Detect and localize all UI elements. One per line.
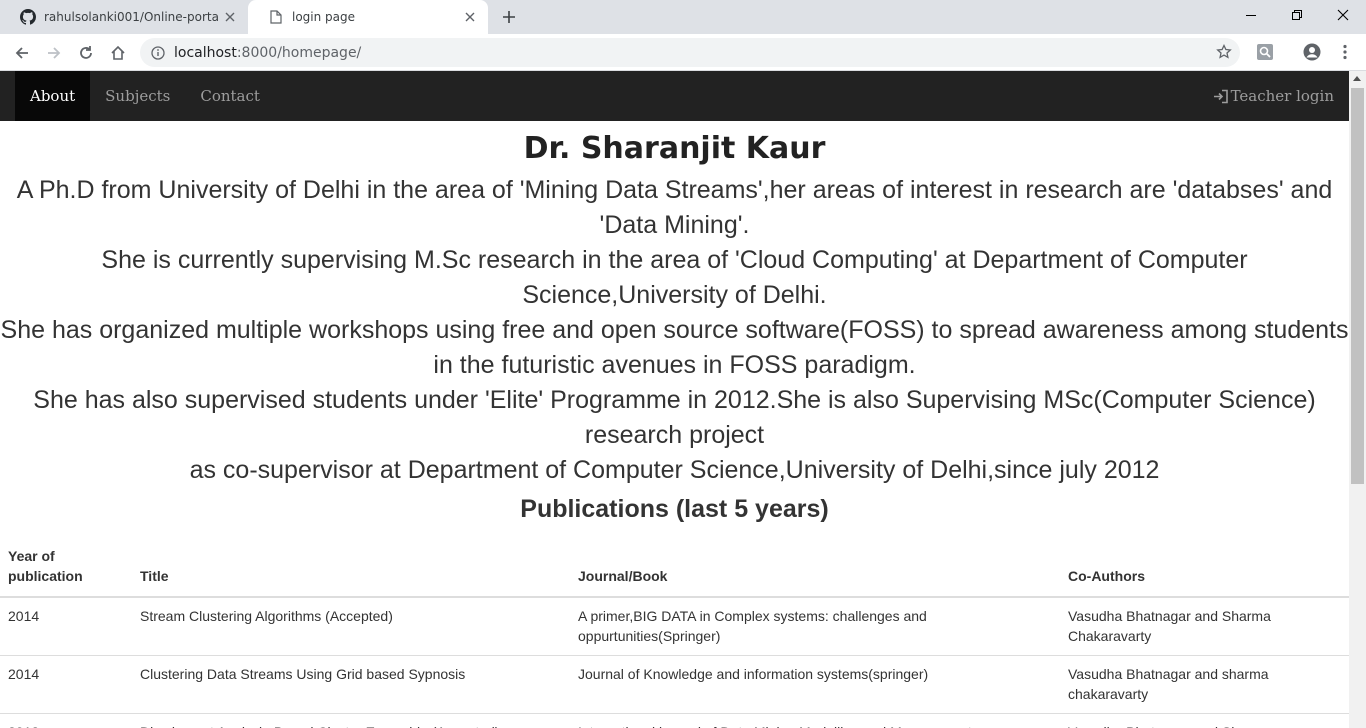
vertical-scrollbar[interactable] bbox=[1349, 71, 1366, 728]
cell-year: 2014 bbox=[0, 596, 132, 656]
profile-name: Dr. Sharanjit Kaur bbox=[523, 131, 826, 166]
cell-year: 2014 bbox=[0, 655, 132, 714]
cell-title: Clustering Data Streams Using Grid based… bbox=[132, 655, 570, 714]
reload-button[interactable] bbox=[74, 41, 98, 65]
profile-bio: A Ph.D from University of Delhi in the a… bbox=[0, 173, 1349, 488]
address-bar[interactable]: localhost:8000/homepage/ bbox=[140, 38, 1240, 67]
home-button[interactable] bbox=[106, 41, 130, 65]
arrow-right-icon bbox=[48, 47, 61, 59]
github-icon bbox=[20, 9, 36, 25]
nav-item-subjects[interactable]: Subjects bbox=[90, 71, 185, 121]
table-row: 2014 Stream Clustering Algorithms (Accep… bbox=[0, 596, 1349, 656]
minimize-button[interactable] bbox=[1228, 0, 1274, 30]
table-header-row: Year of publication Title Journal/Book C… bbox=[0, 538, 1349, 598]
extension-icon[interactable] bbox=[1256, 43, 1274, 61]
column-header-coauthors: Co-Authors bbox=[1060, 538, 1349, 598]
teacher-login-label: Teacher login bbox=[1230, 87, 1334, 105]
nav-item-contact[interactable]: Contact bbox=[185, 71, 275, 121]
cell-title: Stream Clustering Algorithms (Accepted) bbox=[132, 596, 570, 656]
login-icon bbox=[1213, 89, 1228, 103]
scrollbar-thumb[interactable] bbox=[1351, 88, 1364, 484]
info-icon[interactable] bbox=[150, 45, 166, 61]
table-row: 2013 Discrimnant Analysis-Based Cluster … bbox=[0, 713, 1349, 728]
url-text: localhost:8000/homepage/ bbox=[174, 44, 362, 61]
browser-tab-github[interactable]: rahulsolanki001/Online-portal: Th bbox=[0, 0, 248, 34]
browser-tab-login-page[interactable]: login page bbox=[248, 0, 488, 34]
cell-title: Discrimnant Analysis-Based Cluster Ensem… bbox=[132, 713, 570, 728]
cell-journal: Journal of Knowledge and information sys… bbox=[570, 655, 1060, 714]
restore-button[interactable] bbox=[1274, 0, 1320, 30]
tab-title: login page bbox=[292, 10, 356, 24]
site-navbar: About Subjects Contact Teacher login bbox=[0, 71, 1349, 121]
publications-table: Year of publication Title Journal/Book C… bbox=[0, 538, 1349, 728]
close-window-button[interactable] bbox=[1320, 0, 1366, 30]
home-icon bbox=[111, 45, 125, 60]
cell-coauthors: Vasudha Bhatnagar and Sharma bbox=[1060, 713, 1349, 728]
plus-icon bbox=[503, 11, 515, 23]
column-header-title: Title bbox=[132, 538, 570, 598]
bio-paragraph: She is currently supervising M.Sc resear… bbox=[101, 246, 1248, 309]
column-header-year: Year of publication bbox=[0, 538, 132, 598]
browser-tab-bar: rahulsolanki001/Online-portal: Th login … bbox=[0, 0, 1366, 34]
table-row: 2014 Clustering Data Streams Using Grid … bbox=[0, 655, 1349, 714]
cell-journal: International journal of Data Mining,Mod… bbox=[570, 713, 1060, 728]
cell-coauthors: Vasudha Bhatnagar and Sharma Chakaravart… bbox=[1060, 596, 1349, 656]
scroll-up-arrow-icon[interactable] bbox=[1353, 76, 1361, 81]
close-icon[interactable] bbox=[222, 9, 238, 25]
publications-heading: Publications (last 5 years) bbox=[520, 495, 829, 523]
forward-button[interactable] bbox=[42, 41, 66, 65]
reload-icon bbox=[80, 46, 92, 59]
bio-paragraph: A Ph.D from University of Delhi in the a… bbox=[16, 176, 1333, 239]
arrow-left-icon bbox=[15, 47, 28, 59]
nav-item-about[interactable]: About bbox=[15, 71, 91, 121]
browser-toolbar: localhost:8000/homepage/ bbox=[0, 34, 1366, 71]
bio-paragraph: as co-supervisor at Department of Comput… bbox=[189, 456, 1160, 484]
bio-paragraph: She has also supervised students under '… bbox=[33, 386, 1316, 449]
page-viewport: About Subjects Contact Teacher login Dr.… bbox=[0, 71, 1366, 728]
nav-links: About Subjects Contact bbox=[15, 71, 275, 121]
cell-year: 2013 bbox=[0, 713, 132, 728]
profile-avatar-icon[interactable] bbox=[1303, 43, 1321, 61]
page-content: About Subjects Contact Teacher login Dr.… bbox=[0, 71, 1349, 728]
teacher-login-link[interactable]: Teacher login bbox=[1213, 71, 1334, 121]
close-icon bbox=[1337, 9, 1349, 21]
cell-coauthors: Vasudha Bhatnagar and sharma chakaravart… bbox=[1060, 655, 1349, 714]
column-header-journal: Journal/Book bbox=[570, 538, 1060, 598]
menu-kebab-icon[interactable] bbox=[1336, 43, 1354, 61]
restore-icon bbox=[1292, 10, 1302, 20]
back-button[interactable] bbox=[10, 41, 34, 65]
close-icon[interactable] bbox=[462, 9, 478, 25]
page-icon bbox=[268, 9, 284, 25]
new-tab-button[interactable] bbox=[499, 7, 519, 27]
cell-journal: A primer,BIG DATA in Complex systems: ch… bbox=[570, 596, 1060, 656]
tab-title: rahulsolanki001/Online-portal: Th bbox=[44, 10, 219, 24]
bio-paragraph: She has organized multiple workshops usi… bbox=[0, 316, 1349, 379]
minimize-icon bbox=[1246, 15, 1256, 16]
bookmark-star-icon[interactable] bbox=[1216, 43, 1232, 65]
